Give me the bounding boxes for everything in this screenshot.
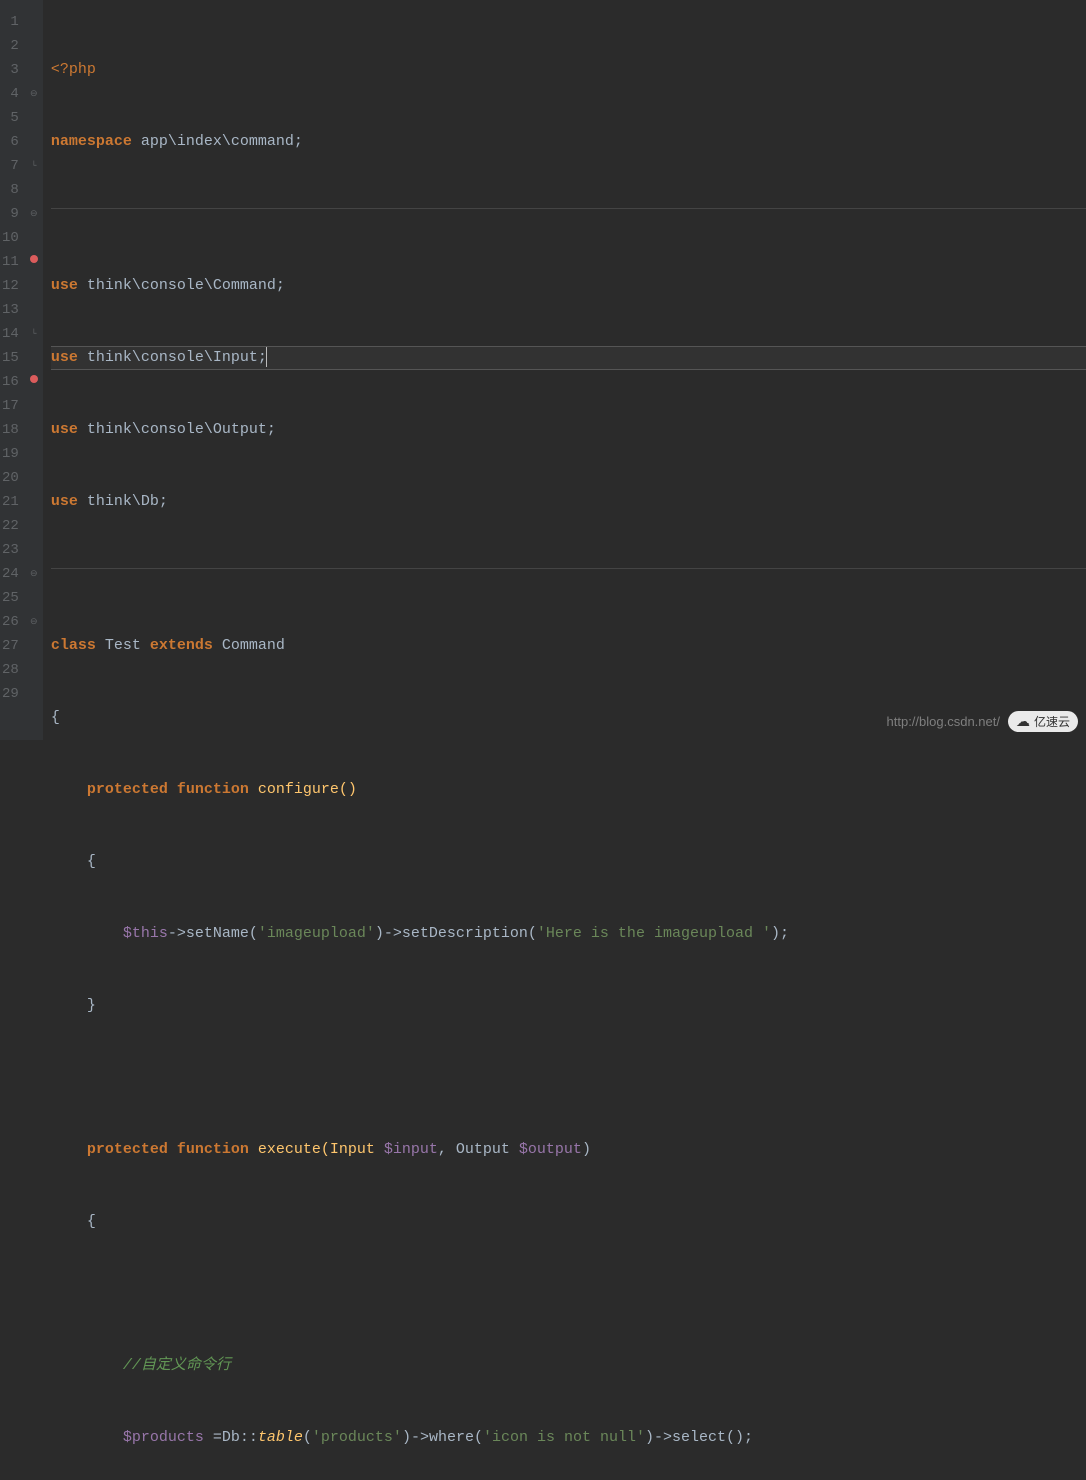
line-number: 13 (2, 298, 19, 322)
line-number: 26 (2, 610, 19, 634)
code-line: class Test extends Command (51, 634, 1086, 658)
cloud-icon: ☁ (1016, 713, 1030, 730)
line-number: 15 (2, 346, 19, 370)
line-number: 28 (2, 658, 19, 682)
code-line: namespace app\index\command; (51, 130, 1086, 154)
gutter-marks: ⊖ └ ⊖ └ ⊖ ⊖ (25, 0, 43, 740)
line-number: 6 (2, 130, 19, 154)
line-number: 22 (2, 514, 19, 538)
text-caret (266, 347, 267, 367)
fold-end-icon[interactable]: └ (25, 154, 43, 178)
line-number: 19 (2, 442, 19, 466)
line-number: 9 (2, 202, 19, 226)
code-line: use think\console\Command; (51, 274, 1086, 298)
breakpoint-icon[interactable] (25, 370, 43, 394)
fold-icon[interactable]: ⊖ (25, 202, 43, 226)
fold-icon[interactable]: ⊖ (25, 562, 43, 586)
line-number: 14 (2, 322, 19, 346)
line-number: 29 (2, 682, 19, 706)
code-line: use think\Db; (51, 490, 1086, 514)
line-number: 16 (2, 370, 19, 394)
line-number: 4 (2, 82, 19, 106)
line-number: 12 (2, 274, 19, 298)
fold-end-icon[interactable]: └ (25, 322, 43, 346)
watermark: http://blog.csdn.net/ ☁亿速云 (887, 711, 1078, 732)
watermark-logo: ☁亿速云 (1008, 711, 1078, 732)
code-line: $this->setName('imageupload')->setDescri… (51, 922, 1086, 946)
code-line: $products =Db::table('products')->where(… (51, 1426, 1086, 1450)
code-line: //自定义命令行 (51, 1354, 1086, 1378)
code-line-active: use think\console\Input; (51, 346, 1086, 370)
line-number: 27 (2, 634, 19, 658)
line-number: 5 (2, 106, 19, 130)
code-line: protected function execute(Input $input,… (51, 1138, 1086, 1162)
line-number: 23 (2, 538, 19, 562)
line-number: 24 (2, 562, 19, 586)
line-number: 2 (2, 34, 19, 58)
line-number: 17 (2, 394, 19, 418)
code-line (51, 1066, 1086, 1090)
line-number: 11 (2, 250, 19, 274)
code-line (51, 202, 1086, 226)
code-line (51, 1282, 1086, 1306)
line-number: 7 (2, 154, 19, 178)
breakpoint-icon[interactable] (25, 250, 43, 274)
code-line: { (51, 850, 1086, 874)
code-area[interactable]: <?php namespace app\index\command; use t… (43, 0, 1086, 740)
line-number-gutter: 1 2 3 4 5 6 7 8 9 10 11 12 13 14 15 16 1… (0, 0, 25, 740)
line-number: 20 (2, 466, 19, 490)
line-number: 10 (2, 226, 19, 250)
line-number: 3 (2, 58, 19, 82)
line-number: 18 (2, 418, 19, 442)
code-line: use think\console\Output; (51, 418, 1086, 442)
line-number: 1 (2, 10, 19, 34)
code-line: { (51, 1210, 1086, 1234)
line-number: 25 (2, 586, 19, 610)
fold-icon[interactable]: ⊖ (25, 610, 43, 634)
code-line: <?php (51, 58, 1086, 82)
fold-icon[interactable]: ⊖ (25, 82, 43, 106)
code-line: } (51, 994, 1086, 1018)
line-number: 21 (2, 490, 19, 514)
code-editor: 1 2 3 4 5 6 7 8 9 10 11 12 13 14 15 16 1… (0, 0, 1086, 740)
code-line (51, 562, 1086, 586)
code-line: protected function configure() (51, 778, 1086, 802)
watermark-url: http://blog.csdn.net/ (887, 714, 1000, 729)
line-number: 8 (2, 178, 19, 202)
